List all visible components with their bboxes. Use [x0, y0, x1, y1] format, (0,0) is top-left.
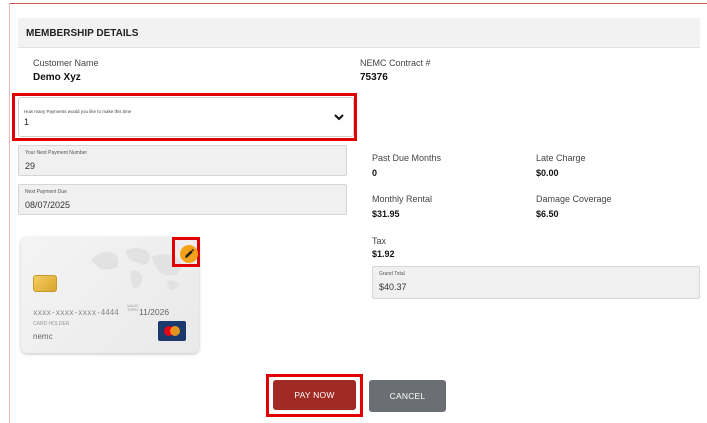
customer-name-value: Demo Xyz [33, 72, 81, 83]
pay-now-button[interactable]: PAY NOW [273, 380, 356, 410]
next-payment-number-label: Your Next Payment Number [25, 150, 88, 156]
grand-total-label: Grand Total [379, 271, 405, 277]
mastercard-icon [158, 321, 186, 341]
card-holder-label: CARD HOLDER [33, 321, 70, 327]
tax-value: $1.92 [372, 249, 395, 259]
next-payment-due-label: Next Payment Due [25, 189, 67, 195]
late-charge-value: $0.00 [536, 168, 559, 178]
payments-select-value: 1 [24, 117, 30, 127]
past-due-months-label: Past Due Months [372, 153, 442, 163]
membership-details-header: MEMBERSHIP DETAILS [18, 18, 700, 48]
late-charge-label: Late Charge [536, 153, 586, 163]
next-payment-number-field: Your Next Payment Number 29 [18, 145, 347, 176]
grand-total-field: Grand Total $40.37 [372, 266, 700, 299]
grand-total-value: $40.37 [379, 282, 407, 292]
damage-coverage-value: $6.50 [536, 209, 559, 219]
card-chip-icon [33, 275, 57, 292]
next-payment-due-value: 08/07/2025 [25, 200, 71, 210]
section-title: MEMBERSHIP DETAILS [26, 28, 139, 39]
edit-card-highlight [172, 237, 200, 267]
cancel-button[interactable]: CANCEL [369, 380, 446, 412]
tax-label: Tax [372, 236, 387, 246]
chevron-down-icon [334, 114, 344, 121]
monthly-rental-label: Monthly Rental [372, 194, 433, 204]
contract-label: NEMC Contract # [360, 58, 431, 68]
card-number: xxxx-xxxx-xxxx-4444 [33, 308, 119, 317]
damage-coverage-label: Damage Coverage [536, 194, 612, 204]
top-border-line [9, 3, 707, 4]
past-due-months-value: 0 [372, 168, 378, 178]
valid-label-line2: THRU [127, 307, 139, 312]
customer-name-label: Customer Name [33, 58, 99, 68]
left-border-line [9, 3, 10, 423]
edit-card-button[interactable] [180, 245, 198, 263]
payments-select-label: How many Payments would you like to make… [24, 109, 132, 114]
next-payment-due-field: Next Payment Due 08/07/2025 [18, 184, 347, 215]
valid-thru-label: VALID THRU [127, 304, 138, 312]
pencil-icon [185, 248, 195, 258]
card-expiry: 11/2026 [139, 307, 170, 317]
next-payment-number-value: 29 [25, 161, 36, 171]
contract-number: 75376 [360, 72, 388, 83]
payments-count-select[interactable]: How many Payments would you like to make… [18, 97, 354, 137]
monthly-rental-value: $31.95 [372, 209, 400, 219]
card-holder-name: nemc [33, 332, 53, 341]
